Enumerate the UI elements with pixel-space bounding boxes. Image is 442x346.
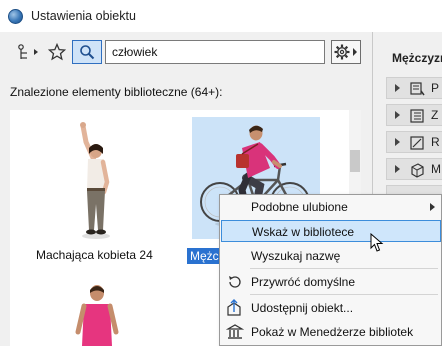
menu-separator xyxy=(250,294,438,295)
menu-item-similar-favorites[interactable]: Podobne ulubione xyxy=(221,196,441,218)
submenu-arrow-icon xyxy=(430,203,435,211)
library-item-caption: Machająca kobieta 24 xyxy=(36,248,153,262)
family-tree-button[interactable] xyxy=(14,40,44,64)
panel-section-parameters[interactable]: Z xyxy=(386,104,442,126)
toolbar xyxy=(0,32,372,72)
panel-section-label: R xyxy=(431,135,440,149)
menu-item-label: Przywróć domyślne xyxy=(251,275,356,289)
model-icon xyxy=(411,163,424,178)
library-manager-icon xyxy=(226,324,244,339)
panel-section-representation[interactable]: R xyxy=(386,131,442,153)
expand-arrow-icon xyxy=(395,111,400,119)
gear-icon xyxy=(334,44,357,60)
preview-icon xyxy=(410,82,425,96)
menu-item-label: Wskaż w bibliotece xyxy=(252,225,355,239)
menu-item-label: Podobne ulubione xyxy=(251,200,348,214)
menu-item-show-in-library[interactable]: Wskaż w bibliotece xyxy=(221,220,441,242)
context-menu: Podobne ulubione Wskaż w bibliotece Wysz… xyxy=(219,194,442,346)
share-object-icon xyxy=(227,299,241,316)
man-thumbnail xyxy=(75,285,119,346)
search-button[interactable] xyxy=(72,40,102,64)
expand-arrow-icon xyxy=(395,165,400,173)
restore-defaults-icon xyxy=(229,276,241,288)
settings-button[interactable] xyxy=(331,40,361,64)
search-icon xyxy=(80,45,95,60)
representation-icon xyxy=(410,136,424,150)
menu-item-search-name[interactable]: Wyszukaj nazwę xyxy=(221,245,441,267)
mouse-pointer-icon xyxy=(370,233,384,252)
waving-woman-thumbnail xyxy=(80,122,110,239)
expand-arrow-icon xyxy=(395,84,400,92)
results-count-label: Znalezione elementy biblioteczne (64+): xyxy=(10,85,223,99)
window-title: Ustawienia obiektu xyxy=(31,9,136,23)
menu-separator xyxy=(250,268,438,269)
menu-item-label: Pokaż w Menedżerze bibliotek xyxy=(251,325,414,339)
app-logo-icon xyxy=(8,8,23,24)
title-bar: Ustawienia obiektu xyxy=(0,0,442,32)
panel-section-preview[interactable]: P xyxy=(386,77,442,99)
library-item-caption-selected[interactable]: Mężc xyxy=(187,248,222,264)
scrollbar-thumb[interactable] xyxy=(350,150,360,172)
panel-section-label: M xyxy=(431,162,441,176)
star-icon xyxy=(48,43,66,61)
parameters-icon xyxy=(410,109,424,123)
panel-section-label: Z xyxy=(431,108,439,122)
menu-item-show-in-library-manager[interactable]: Pokaż w Menedżerze bibliotek xyxy=(221,321,441,343)
favorites-button[interactable] xyxy=(45,40,69,64)
panel-section-model[interactable]: M xyxy=(386,158,442,180)
panel-heading: Mężczyzna xyxy=(392,51,442,65)
family-tree-icon xyxy=(18,44,38,59)
menu-item-label: Udostępnij obiekt... xyxy=(251,301,354,315)
menu-item-share-object[interactable]: Udostępnij obiekt... xyxy=(221,297,441,319)
menu-item-label: Wyszukaj nazwę xyxy=(251,249,341,263)
search-input[interactable] xyxy=(105,40,325,64)
panel-section-label: P xyxy=(431,81,440,95)
menu-item-restore-defaults[interactable]: Przywróć domyślne xyxy=(221,271,441,293)
expand-arrow-icon xyxy=(395,138,400,146)
